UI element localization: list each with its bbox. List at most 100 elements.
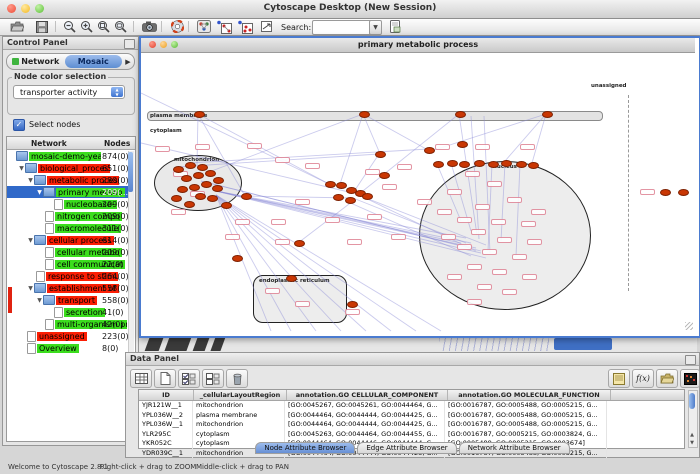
zoom-selected-region-icon[interactable] xyxy=(94,19,112,34)
node-color-dropdown[interactable]: transporter activity ▲▼ xyxy=(13,85,125,99)
table-cell[interactable]: YPL036W__1 xyxy=(139,420,193,430)
attribute-table-icon[interactable] xyxy=(130,369,152,388)
tree-row-establishment-of-lo[interactable]: ▼establishment of lo558(0) xyxy=(7,282,129,294)
graph-node[interactable] xyxy=(195,193,206,200)
table-cell[interactable]: plasma membrane xyxy=(193,411,285,421)
graph-node[interactable] xyxy=(184,201,195,208)
graph-node[interactable] xyxy=(241,193,252,200)
delete-attribute-icon[interactable] xyxy=(226,369,248,388)
graph-node[interactable] xyxy=(424,147,435,154)
graph-node[interactable] xyxy=(660,189,671,196)
graph-node[interactable] xyxy=(213,177,224,184)
graph-node[interactable] xyxy=(459,161,470,168)
vizmapper-icon[interactable] xyxy=(195,19,213,34)
tree-row-nucleobase-[interactable]: nucleobase-209(0) xyxy=(7,198,129,210)
tab-node-attribute-browser[interactable]: Node Attribute Browser xyxy=(255,442,355,454)
graph-node[interactable] xyxy=(177,186,188,193)
table-cell[interactable]: cytoplasm xyxy=(193,430,285,440)
table-cell[interactable]: YPL036W__2 xyxy=(139,411,193,421)
create-attribute-icon[interactable] xyxy=(154,369,176,388)
graph-node[interactable] xyxy=(345,197,356,204)
tree-row-macromolecule[interactable]: macromolecule311(0) xyxy=(7,222,129,234)
graph-node[interactable] xyxy=(474,160,485,167)
graph-node[interactable] xyxy=(336,182,347,189)
graph-node[interactable] xyxy=(325,181,336,188)
graph-node[interactable] xyxy=(528,162,539,169)
search-input[interactable] xyxy=(312,20,374,35)
tab-mosaic[interactable]: Mosaic xyxy=(65,55,123,68)
graph-node[interactable] xyxy=(447,160,458,167)
network-window-titlebar[interactable]: primary metabolic process xyxy=(141,38,695,53)
graph-node[interactable] xyxy=(201,181,212,188)
graph-node[interactable] xyxy=(212,185,223,192)
select-node-attributes-icon[interactable] xyxy=(178,369,200,388)
table-cell[interactable]: [GO:0016787, GO:0005488, GO:0005215, G..… xyxy=(445,411,607,421)
graph-node[interactable] xyxy=(171,195,182,202)
column-header-2[interactable]: annotation.GO CELLULAR_COMPONENT xyxy=(287,390,448,400)
select-nodes-checkbox[interactable]: ✓ xyxy=(13,119,25,131)
tree-row-nitrogen-compo[interactable]: nitrogen compo209(0) xyxy=(7,210,129,222)
graph-node[interactable] xyxy=(488,161,499,168)
snapshot-camera-icon[interactable] xyxy=(140,19,158,34)
tree-expander-icon[interactable]: ▼ xyxy=(36,297,43,304)
matrix-view-icon[interactable] xyxy=(680,369,700,388)
table-cell[interactable]: mitochondrion xyxy=(193,401,285,411)
tree-row-cellular-metabo[interactable]: cellular metabo209(0) xyxy=(7,246,129,258)
scroll-up-arrow[interactable]: ▲ xyxy=(689,432,695,439)
graph-node[interactable] xyxy=(173,166,184,173)
graph-node[interactable] xyxy=(516,161,527,168)
graph-node[interactable] xyxy=(232,255,243,262)
graph-node[interactable] xyxy=(286,275,297,282)
table-cell[interactable]: YLR295C xyxy=(139,430,193,440)
graph-node[interactable] xyxy=(185,162,196,169)
graph-node[interactable] xyxy=(501,160,512,167)
table-cell[interactable]: [GO:0045267, GO:0045261, GO:0044464, G..… xyxy=(285,401,445,411)
table-row[interactable]: YPL036W__1mitochondrion[GO:0044464, GO:0… xyxy=(139,420,684,430)
graph-node[interactable] xyxy=(205,170,216,177)
graph-node[interactable] xyxy=(194,111,205,118)
graph-node[interactable] xyxy=(678,189,689,196)
table-row[interactable]: YLR295Ccytoplasm[GO:0045263, GO:0044464,… xyxy=(139,430,684,440)
notepad-icon[interactable] xyxy=(608,369,630,388)
table-cell[interactable]: [GO:0044464, GO:0044444, GO:0044425, G..… xyxy=(285,411,445,421)
graph-node[interactable] xyxy=(455,111,466,118)
graph-node[interactable] xyxy=(189,184,200,191)
tree-row-unassigned[interactable]: unassigned223(0) xyxy=(7,330,129,342)
network-canvas[interactable]: plasma membrane cytoplasm mitochondrion … xyxy=(141,53,695,332)
table-cell[interactable]: [GO:0044464, GO:0044444, GO:0044425, G..… xyxy=(285,420,445,430)
graph-node[interactable] xyxy=(294,240,305,247)
tree-row-cell-communicat[interactable]: cell communicat22(0) xyxy=(7,258,129,270)
table-cell[interactable]: [GO:0016787, GO:0005215, GO:0003824, G..… xyxy=(445,430,607,440)
tree-row-metabolic-process[interactable]: ▼metabolic process280(0) xyxy=(7,174,129,186)
import-attributes-icon[interactable] xyxy=(656,369,678,388)
tree-row-multi-organism-pro[interactable]: multi-organism pro42(0) xyxy=(7,318,129,330)
resize-grip[interactable] xyxy=(685,322,693,330)
tab-edge-attribute-browser[interactable]: Edge Attribute Browser xyxy=(357,442,456,454)
tree-row-response-to-stimul[interactable]: response to stimul264(0) xyxy=(7,270,129,282)
tree-expander-icon[interactable]: ▼ xyxy=(27,177,34,184)
tree-row-primary-metabo[interactable]: ▼primary metabo209(... xyxy=(7,186,129,198)
table-row[interactable]: YJR121W__1mitochondrion[GO:0045267, GO:0… xyxy=(139,401,684,411)
tree-column-nodes[interactable]: Nodes xyxy=(104,139,130,148)
table-cell[interactable]: [GO:0016787, GO:0005488, GO:0005215, G..… xyxy=(445,420,607,430)
tree-expander-icon[interactable]: ▼ xyxy=(36,189,43,196)
graph-node[interactable] xyxy=(362,193,373,200)
import-annotation-icon[interactable] xyxy=(257,19,275,34)
graph-node[interactable] xyxy=(221,202,232,209)
column-header-1[interactable]: _cellularLayoutRegion xyxy=(194,390,287,400)
graph-node[interactable] xyxy=(457,141,468,148)
graph-node[interactable] xyxy=(347,301,358,308)
tree-row-overview[interactable]: Overview8(0) xyxy=(7,342,129,354)
graph-node[interactable] xyxy=(542,111,553,118)
zoom-fit-icon[interactable] xyxy=(111,19,129,34)
graph-node[interactable] xyxy=(193,172,204,179)
table-cell[interactable]: mitochondrion xyxy=(193,420,285,430)
tree-column-network[interactable]: Network xyxy=(31,139,67,148)
help-lifesaver-icon[interactable] xyxy=(168,19,186,34)
graph-node[interactable] xyxy=(433,161,444,168)
graph-node[interactable] xyxy=(359,111,370,118)
tabs-overflow-arrow[interactable]: ▶ xyxy=(122,58,134,66)
column-header-3[interactable]: annotation.GO MOLECULAR_FUNCTION xyxy=(448,390,611,400)
open-file-icon[interactable] xyxy=(8,19,26,34)
graph-node[interactable] xyxy=(379,172,390,179)
